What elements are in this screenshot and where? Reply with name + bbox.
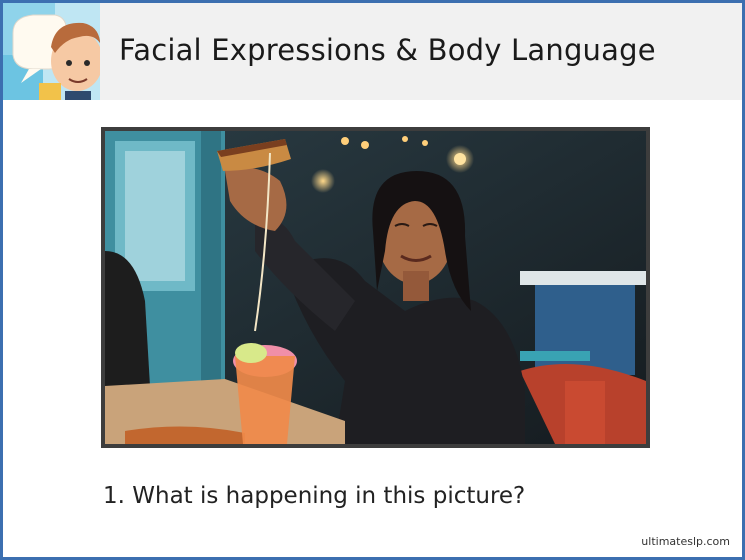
credit-text: ultimateslp.com (641, 535, 730, 548)
slide-title: Facial Expressions & Body Language (119, 33, 656, 67)
woman-eating-pizza-photo-icon (101, 127, 650, 448)
cartoon-boy-logo-icon (3, 3, 100, 100)
title-band: Facial Expressions & Body Language (3, 3, 742, 100)
slide: Facial Expressions & Body Language 1. Wh… (0, 0, 745, 560)
question-text: 1. What is happening in this picture? (103, 483, 526, 509)
